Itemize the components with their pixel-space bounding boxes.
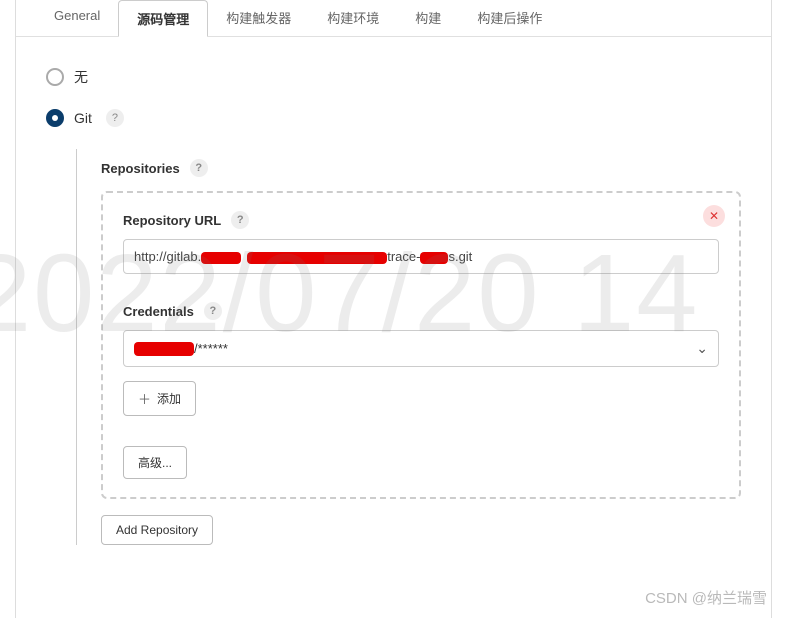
tab-triggers[interactable]: 构建触发器 <box>208 0 309 36</box>
url-mid: trace- <box>387 249 420 264</box>
tab-build[interactable]: 构建 <box>397 0 459 36</box>
tab-general[interactable]: General <box>36 0 118 36</box>
credentials-label: Credentials ? <box>123 302 719 320</box>
add-repo-label: Add Repository <box>116 523 198 537</box>
repo-url-text: Repository URL <box>123 213 221 228</box>
credentials-select[interactable]: /****** ⌄ <box>123 330 719 367</box>
tab-scm[interactable]: 源码管理 <box>118 0 208 37</box>
scm-option-none[interactable]: 无 <box>46 67 741 87</box>
content-area: 无 Git ? Repositories ? ✕ Repository URL … <box>16 37 771 565</box>
chevron-down-icon: ⌄ <box>696 340 708 357</box>
redaction <box>420 252 448 264</box>
main-panel: General 源码管理 构建触发器 构建环境 构建 构建后操作 无 Git ?… <box>15 0 772 618</box>
radio-git-label: Git <box>74 110 92 126</box>
redaction <box>134 342 194 356</box>
help-icon[interactable]: ? <box>204 302 222 320</box>
advanced-label: 高级... <box>138 454 172 471</box>
plus-icon: ＋ <box>138 389 151 408</box>
repositories-label: Repositories ? <box>101 159 741 177</box>
tab-env[interactable]: 构建环境 <box>309 0 397 36</box>
redaction <box>201 252 241 264</box>
radio-git[interactable] <box>46 109 64 127</box>
close-icon[interactable]: ✕ <box>703 205 725 227</box>
advanced-button[interactable]: 高级... <box>123 446 187 479</box>
repository-block: ✕ Repository URL ? http://gitlab. trace-s… <box>101 191 741 499</box>
scm-option-git[interactable]: Git ? <box>46 109 741 127</box>
add-credentials-button[interactable]: ＋ 添加 <box>123 381 196 416</box>
url-suffix: s.git <box>448 249 472 264</box>
cred-suffix: /****** <box>194 341 228 356</box>
help-icon[interactable]: ? <box>190 159 208 177</box>
repositories-text: Repositories <box>101 161 180 176</box>
repo-url-label: Repository URL ? <box>123 211 719 229</box>
radio-none[interactable] <box>46 68 64 86</box>
repo-url-input[interactable]: http://gitlab. trace-s.git <box>123 239 719 274</box>
help-icon[interactable]: ? <box>106 109 124 127</box>
tab-bar: General 源码管理 构建触发器 构建环境 构建 构建后操作 <box>16 0 771 37</box>
url-prefix: http://gitlab. <box>134 249 201 264</box>
radio-none-label: 无 <box>74 67 88 87</box>
credentials-text: Credentials <box>123 304 194 319</box>
add-button-row: ＋ 添加 <box>123 381 719 416</box>
add-repository-button[interactable]: Add Repository <box>101 515 213 545</box>
tab-postbuild[interactable]: 构建后操作 <box>459 0 560 36</box>
credentials-value: /****** <box>134 341 228 357</box>
add-label: 添加 <box>157 390 181 407</box>
csdn-attribution: CSDN @纳兰瑞雪 <box>645 587 767 608</box>
advanced-button-row: 高级... <box>123 446 719 479</box>
redaction <box>247 252 387 264</box>
help-icon[interactable]: ? <box>231 211 249 229</box>
git-section: Repositories ? ✕ Repository URL ? http:/… <box>76 149 741 545</box>
